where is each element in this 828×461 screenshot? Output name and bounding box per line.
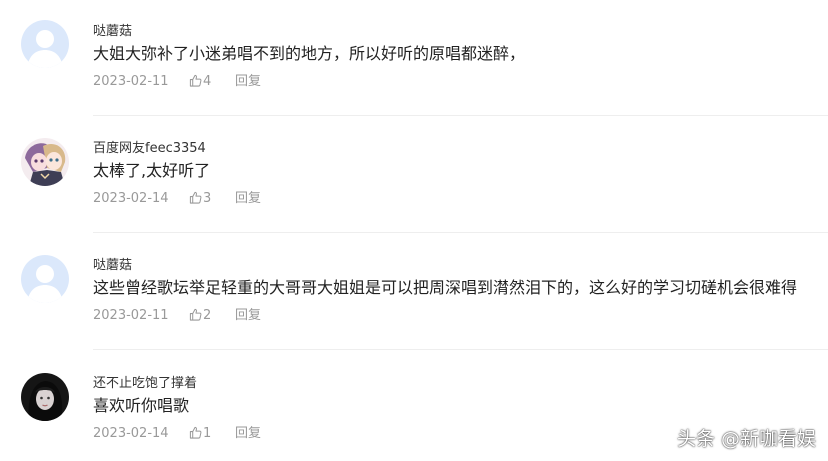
watermark: 头条 @新咖看娱: [676, 428, 816, 450]
divider: [93, 232, 828, 233]
like-count: 1: [203, 426, 212, 441]
comment-date: 2023-02-14: [93, 426, 169, 441]
like-count: 2: [203, 308, 212, 323]
comment-date: 2023-02-11: [93, 74, 169, 89]
avatar[interactable]: [21, 138, 69, 186]
thumbs-up-icon: [189, 74, 202, 87]
username[interactable]: 百度网友feec3354: [93, 141, 206, 157]
like-count: 3: [203, 191, 212, 206]
reply-button[interactable]: 回复: [235, 308, 261, 324]
thumbs-up-icon: [189, 191, 202, 204]
comment-text: 喜欢听你唱歌: [93, 396, 190, 415]
reply-button[interactable]: 回复: [235, 191, 261, 207]
comment-meta: 2023-02-11 4 回复: [93, 74, 261, 90]
comment-date: 2023-02-11: [93, 308, 169, 323]
like-button[interactable]: 1: [189, 426, 235, 442]
divider: [93, 349, 828, 350]
avatar[interactable]: [21, 373, 69, 421]
divider: [93, 115, 828, 116]
avatar[interactable]: [21, 20, 69, 68]
username[interactable]: 哒蘑菇: [93, 24, 132, 40]
username[interactable]: 哒蘑菇: [93, 258, 132, 274]
comment-text: 太棒了,太好听了: [93, 161, 211, 180]
comment-meta: 2023-02-14 3 回复: [93, 191, 261, 207]
reply-button[interactable]: 回复: [235, 74, 261, 90]
like-button[interactable]: 3: [189, 191, 235, 207]
like-count: 4: [203, 74, 212, 89]
like-button[interactable]: 4: [189, 74, 235, 90]
comment-date: 2023-02-14: [93, 191, 169, 206]
reply-button[interactable]: 回复: [235, 426, 261, 442]
thumbs-up-icon: [189, 426, 202, 439]
username[interactable]: 还不止吃饱了撑着: [93, 376, 197, 392]
like-button[interactable]: 2: [189, 308, 235, 324]
comment-text: 大姐大弥补了小迷弟唱不到的地方，所以好听的原唱都迷醉，: [93, 44, 526, 63]
avatar[interactable]: [21, 255, 69, 303]
comment-text: 这些曾经歌坛举足轻重的大哥哥大姐姐是可以把周深唱到潸然泪下的，这么好的学习切磋机…: [93, 278, 798, 297]
thumbs-up-icon: [189, 308, 202, 321]
comment-meta: 2023-02-11 2 回复: [93, 308, 261, 324]
comment-meta: 2023-02-14 1 回复: [93, 426, 261, 442]
